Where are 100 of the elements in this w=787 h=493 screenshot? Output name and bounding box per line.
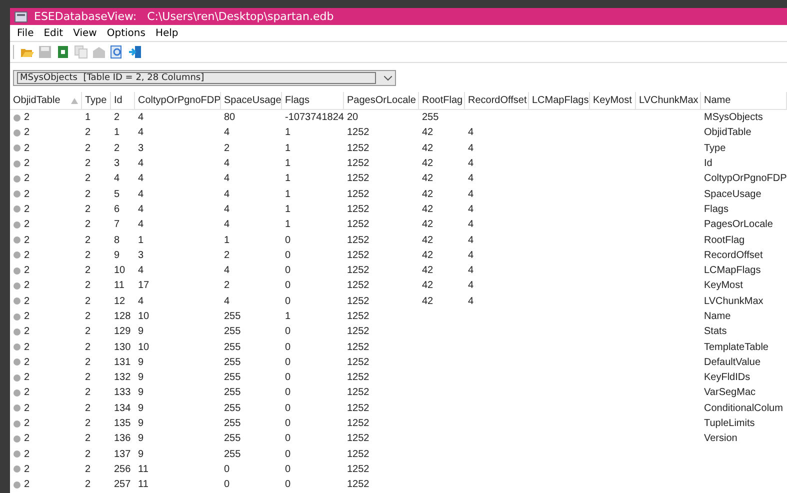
table-cell: 2	[85, 448, 91, 460]
table-cell: 2	[85, 387, 91, 398]
table-cell: ColtypOrPgnoFDP	[704, 173, 787, 184]
column-header[interactable]: Flags	[282, 92, 344, 109]
table-cell: 2	[85, 342, 91, 353]
table-cell: LCMapFlags	[704, 265, 761, 276]
window-title: ESEDatabaseView: C:\Users\ren\Desktop\spartan.edb	[34, 10, 334, 23]
table-cell: 4	[468, 142, 474, 154]
column-header[interactable]: Name	[701, 92, 787, 109]
table-cell: 5	[114, 188, 120, 200]
menu-item[interactable]: File	[12, 28, 39, 38]
table-cell: 9	[138, 387, 144, 398]
table-cell: 0	[285, 265, 291, 276]
table-cell: 3	[114, 158, 120, 170]
table-cell: 255	[224, 387, 241, 398]
table-cell: Id	[704, 158, 712, 170]
table-cell: 42	[422, 142, 434, 154]
table-cell: 1252	[347, 479, 370, 490]
table-cell: 2	[85, 204, 91, 215]
column-header[interactable]: PagesOrLocale	[344, 92, 419, 109]
header-label: ColtypOrPgnoFDP	[138, 95, 220, 106]
column-header[interactable]: KeyMost	[590, 92, 636, 109]
table-cell: 2	[24, 158, 30, 170]
table-cell: 129	[114, 326, 131, 338]
table-cell: 4	[138, 158, 144, 170]
table-cell: 1252	[347, 433, 370, 444]
table-cell: 1	[285, 127, 291, 138]
table-cell: 1252	[347, 173, 370, 184]
table-cell: 1	[285, 142, 291, 154]
table-cell: 255	[422, 112, 439, 124]
table-cell: 2	[24, 479, 30, 490]
table-cell: 2	[114, 142, 120, 154]
table-cell: 3	[138, 250, 144, 261]
table-cell: 42	[422, 127, 434, 138]
column-header[interactable]: Id	[111, 92, 135, 109]
table-cell: 11	[114, 280, 124, 292]
table-cell: 2	[24, 418, 30, 430]
table-cell: 2	[24, 296, 30, 307]
table-cell: 42	[422, 265, 434, 276]
table-cell: LVChunkMax	[704, 296, 764, 307]
table-cell: 2	[24, 234, 30, 246]
table-cell: 4	[468, 188, 474, 200]
table-cell: 0	[285, 280, 291, 292]
menu-item[interactable]: View	[68, 28, 102, 38]
column-header[interactable]: Type	[82, 92, 111, 109]
menu-item[interactable]: Edit	[38, 28, 68, 38]
table-cell: 2	[24, 402, 30, 414]
table-cell: 4	[224, 127, 230, 138]
table-cell: 2	[24, 311, 30, 322]
table-cell: 42	[422, 250, 434, 261]
table-cell: 136	[114, 433, 131, 444]
table-cell: 2	[85, 433, 91, 444]
table-cell: 2	[24, 356, 30, 368]
table-cell: 255	[224, 433, 241, 444]
exit-tool-icon[interactable]	[128, 45, 142, 59]
column-header[interactable]: ObjidTable	[10, 92, 82, 109]
table-cell: 0	[285, 387, 291, 398]
table-cell: 2	[224, 250, 230, 261]
table-cell: 10	[138, 342, 150, 353]
column-header[interactable]: ColtypOrPgnoFDP	[135, 92, 221, 109]
table-cell: 4	[468, 280, 474, 292]
table-cell: 9	[114, 250, 120, 261]
table-cell: 1252	[347, 127, 370, 138]
table-cell: 4	[138, 265, 144, 276]
table-cell: 4	[138, 173, 144, 184]
menu-item[interactable]: Options	[102, 28, 150, 38]
column-header[interactable]: RootFlag	[419, 92, 465, 109]
table-cell: 42	[422, 158, 434, 170]
header-label: PagesOrLocale	[347, 95, 416, 106]
table-cell: 9	[138, 402, 144, 414]
table-cell: 2	[85, 479, 91, 490]
table-dropdown[interactable]: MSysObjects [Table ID = 2, 28 Columns]	[13, 70, 396, 86]
table-cell: 12	[114, 296, 126, 307]
caret-icon	[384, 76, 392, 80]
column-header[interactable]: LVChunkMax	[636, 92, 701, 109]
column-header[interactable]: SpaceUsage	[221, 92, 282, 109]
header-label: RootFlag	[422, 95, 463, 106]
table-cell: 3	[138, 142, 144, 154]
table-cell: 1	[138, 234, 144, 246]
table-cell: 1252	[347, 250, 370, 261]
column-header[interactable]: LCMapFlags	[529, 92, 590, 109]
table-cell: ObjidTable	[704, 127, 752, 138]
table-cell: 2	[85, 173, 91, 184]
header-label: SpaceUsage	[224, 95, 281, 106]
table-cell: 4	[138, 127, 144, 138]
table-cell: 42	[422, 173, 434, 184]
table-cell: 1	[285, 311, 291, 322]
table-cell: 255	[224, 342, 241, 353]
table-cell: 4	[138, 204, 144, 215]
table-cell: 8	[114, 234, 120, 246]
menu-item[interactable]: Help	[150, 28, 184, 38]
table-cell: 0	[285, 234, 291, 246]
header-label: LCMapFlags	[532, 95, 589, 106]
table-cell: -1073741824	[285, 112, 344, 124]
table-cell: 2	[24, 342, 30, 353]
column-header[interactable]: RecordOffset	[465, 92, 529, 109]
table-cell: 4	[138, 112, 144, 124]
table-cell: 2	[85, 326, 91, 338]
table-cell: 0	[285, 479, 291, 490]
table-cell: 4	[224, 158, 230, 170]
